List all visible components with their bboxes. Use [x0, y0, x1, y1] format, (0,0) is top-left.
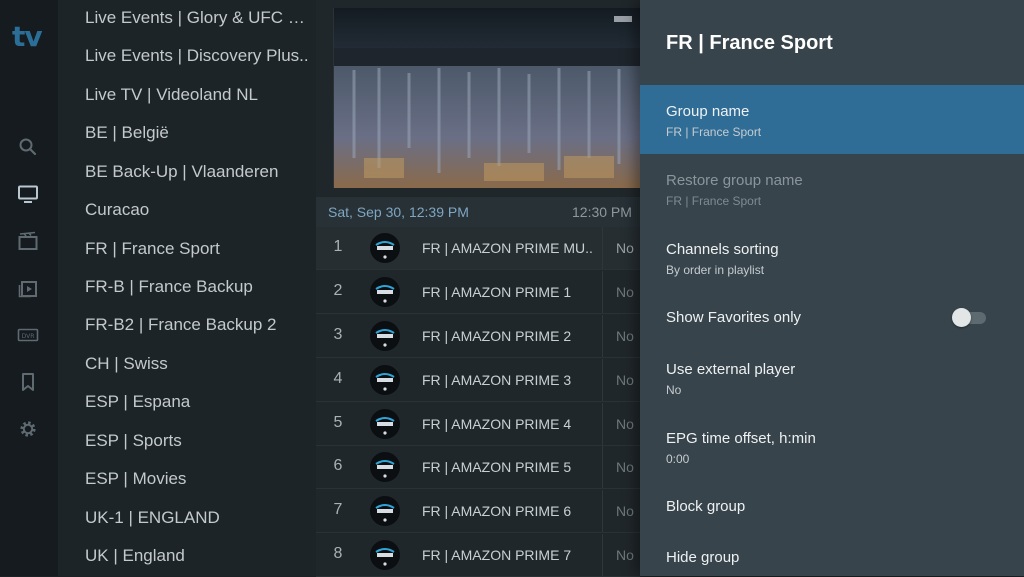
- channel-program: No: [616, 372, 634, 388]
- option-group-name[interactable]: Group name FR | France Sport: [640, 85, 1024, 154]
- channel-logo: [370, 452, 400, 482]
- option-value: 0:00: [666, 452, 690, 466]
- channel-row[interactable]: 4 FR | AMAZON PRIME 3 No: [316, 359, 640, 402]
- channel-row[interactable]: 7 FR | AMAZON PRIME 6 No: [316, 490, 640, 533]
- dvr-label: DVR: [22, 333, 35, 340]
- option-restore-group-name[interactable]: Restore group name FR | France Sport: [640, 154, 1024, 223]
- group-item[interactable]: ESP | Movies: [85, 468, 311, 490]
- channel-logo: [370, 277, 400, 307]
- epg-date-bar: Sat, Sep 30, 12:39 PM 12:30 PM: [316, 197, 640, 227]
- channel-number: 5: [333, 414, 343, 431]
- group-item[interactable]: BE | België: [85, 122, 311, 144]
- group-item[interactable]: FR-B2 | France Backup 2: [85, 314, 311, 336]
- channel-number: 4: [333, 370, 343, 387]
- channel-number: 3: [333, 326, 343, 343]
- group-list: Live Events | Glory & UFC an.. Live Even…: [58, 0, 316, 576]
- group-item[interactable]: ESP | Espana: [85, 391, 311, 413]
- channel-name: FR | AMAZON PRIME 3: [422, 372, 572, 388]
- channel-number: 2: [333, 282, 343, 299]
- group-item[interactable]: Curacao: [85, 199, 311, 221]
- channel-number: 8: [333, 545, 343, 562]
- option-label: Restore group name: [666, 172, 803, 189]
- channel-logo: [370, 540, 400, 570]
- group-item[interactable]: BE Back-Up | Vlaanderen: [85, 161, 311, 183]
- channel-number: 1: [333, 238, 343, 255]
- option-value: FR | France Sport: [666, 194, 762, 208]
- channel-row[interactable]: 5 FR | AMAZON PRIME 4 No: [316, 403, 640, 446]
- option-hide-group[interactable]: Hide group: [640, 541, 1024, 576]
- channel-name: FR | AMAZON PRIME 2: [422, 328, 572, 344]
- navigation-rail: tv DVR: [0, 0, 58, 576]
- channel-row[interactable]: 1 FR | AMAZON PRIME MU.. No: [316, 227, 640, 270]
- option-label: Group name: [666, 103, 750, 120]
- movies-icon[interactable]: [17, 230, 39, 252]
- group-item[interactable]: FR-B | France Backup: [85, 276, 311, 298]
- channel-name: FR | AMAZON PRIME 5: [422, 459, 572, 475]
- channel-logo: [370, 233, 400, 263]
- option-channels-sorting[interactable]: Channels sorting By order in playlist: [640, 223, 1024, 292]
- option-epg-time-offset[interactable]: EPG time offset, h:min 0:00: [640, 412, 1024, 481]
- option-value: No: [666, 383, 682, 397]
- option-label: Channels sorting: [666, 241, 779, 258]
- channel-logo: [370, 365, 400, 395]
- option-use-external-player[interactable]: Use external player No: [640, 343, 1024, 412]
- option-label: Use external player: [666, 361, 796, 378]
- video-preview[interactable]: [333, 8, 641, 188]
- channel-row[interactable]: 3 FR | AMAZON PRIME 2 No: [316, 315, 640, 358]
- channel-program: No: [616, 503, 634, 519]
- group-item[interactable]: CH | Swiss: [85, 353, 311, 375]
- option-block-group[interactable]: Block group: [640, 490, 1024, 526]
- channel-program: No: [616, 240, 634, 256]
- app-logo: tv: [12, 20, 43, 53]
- group-settings-panel: FR | France Sport Group name FR | France…: [640, 0, 1024, 576]
- group-item[interactable]: FR | France Sport: [85, 238, 311, 260]
- gear-icon[interactable]: [17, 418, 39, 440]
- channel-name: FR | AMAZON PRIME 6: [422, 503, 572, 519]
- channel-row[interactable]: 6 FR | AMAZON PRIME 5 No: [316, 446, 640, 489]
- channel-logo: [370, 409, 400, 439]
- channel-row[interactable]: 8 FR | AMAZON PRIME 7 No: [316, 534, 640, 577]
- channel-program: No: [616, 284, 634, 300]
- group-item[interactable]: UK-1 | ENGLAND: [85, 507, 311, 529]
- group-item[interactable]: ESP | Sports: [85, 430, 311, 452]
- channel-program: No: [616, 547, 634, 563]
- channel-logo: [370, 321, 400, 351]
- channel-program: No: [616, 416, 634, 432]
- channel-name: FR | AMAZON PRIME MU..: [422, 240, 593, 256]
- channel-name: FR | AMAZON PRIME 1: [422, 284, 572, 300]
- channel-logo: [370, 496, 400, 526]
- series-icon[interactable]: [17, 277, 39, 299]
- option-value: By order in playlist: [666, 263, 765, 277]
- epg-date: Sat, Sep 30, 12:39 PM: [328, 204, 469, 220]
- panel-title: FR | France Sport: [666, 32, 833, 54]
- group-item[interactable]: Live Events | Glory & UFC an..: [85, 7, 311, 29]
- channel-name: FR | AMAZON PRIME 4: [422, 416, 572, 432]
- epg-time: 12:30 PM: [572, 204, 632, 220]
- group-item[interactable]: Live TV | Videoland NL: [85, 84, 311, 106]
- group-item[interactable]: UK | England: [85, 545, 311, 567]
- option-label: EPG time offset, h:min: [666, 430, 816, 447]
- channel-row[interactable]: 2 FR | AMAZON PRIME 1 No: [316, 271, 640, 314]
- search-icon[interactable]: [17, 136, 39, 158]
- channel-name: FR | AMAZON PRIME 7: [422, 547, 572, 563]
- option-show-favorites-only[interactable]: Show Favorites only: [640, 300, 1024, 336]
- channel-program: No: [616, 328, 634, 344]
- option-value: FR | France Sport: [666, 125, 762, 139]
- favorites-toggle[interactable]: [952, 308, 986, 327]
- group-item[interactable]: Live Events | Discovery Plus..: [85, 45, 311, 67]
- tv-icon[interactable]: [17, 183, 39, 205]
- channel-program: No: [616, 459, 634, 475]
- option-label: Hide group: [666, 549, 740, 566]
- channel-number: 7: [333, 501, 343, 518]
- option-label: Block group: [666, 498, 746, 515]
- bookmark-icon[interactable]: [17, 371, 39, 393]
- channel-number: 6: [333, 457, 343, 474]
- option-label: Show Favorites only: [666, 309, 802, 326]
- dvr-icon[interactable]: DVR: [17, 324, 39, 346]
